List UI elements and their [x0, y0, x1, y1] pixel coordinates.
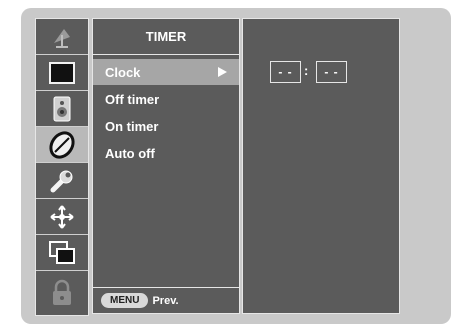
special-settings-icon[interactable]	[36, 199, 88, 235]
menu-item-label: Auto off	[105, 145, 155, 161]
wrench-icon[interactable]	[36, 163, 88, 199]
menu-key-button[interactable]: MENU	[101, 293, 149, 308]
timer-icon[interactable]	[36, 127, 88, 163]
menu-item-label: Off timer	[105, 91, 160, 107]
clock-setting-panel: - - : - -	[242, 18, 400, 314]
arrow-right-icon	[218, 67, 227, 77]
menu-item-off-timer[interactable]: Off timer	[93, 86, 239, 112]
prev-label: Prev.	[152, 294, 179, 307]
menu-item-label: On timer	[105, 118, 159, 134]
lock-icon[interactable]	[36, 271, 88, 315]
screen-icon[interactable]	[36, 235, 88, 271]
menu-item-on-timer[interactable]: On timer	[93, 113, 239, 139]
timer-menu: TIMER Clock Off timer On timer Auto off …	[92, 18, 240, 314]
menu-item-auto-off[interactable]: Auto off	[93, 140, 239, 166]
menu-title: TIMER	[93, 19, 239, 55]
hour-field[interactable]: - -	[270, 61, 301, 83]
antenna-icon[interactable]	[36, 19, 88, 55]
picture-icon[interactable]	[36, 55, 88, 91]
menu-footer: MENU Prev.	[93, 287, 239, 313]
speaker-icon[interactable]	[36, 91, 88, 127]
time-separator: :	[304, 63, 309, 78]
menu-item-clock[interactable]: Clock	[93, 59, 239, 85]
menu-item-label: Clock	[105, 64, 141, 80]
minute-field[interactable]: - -	[316, 61, 347, 83]
menu-icon-bar	[35, 18, 89, 316]
